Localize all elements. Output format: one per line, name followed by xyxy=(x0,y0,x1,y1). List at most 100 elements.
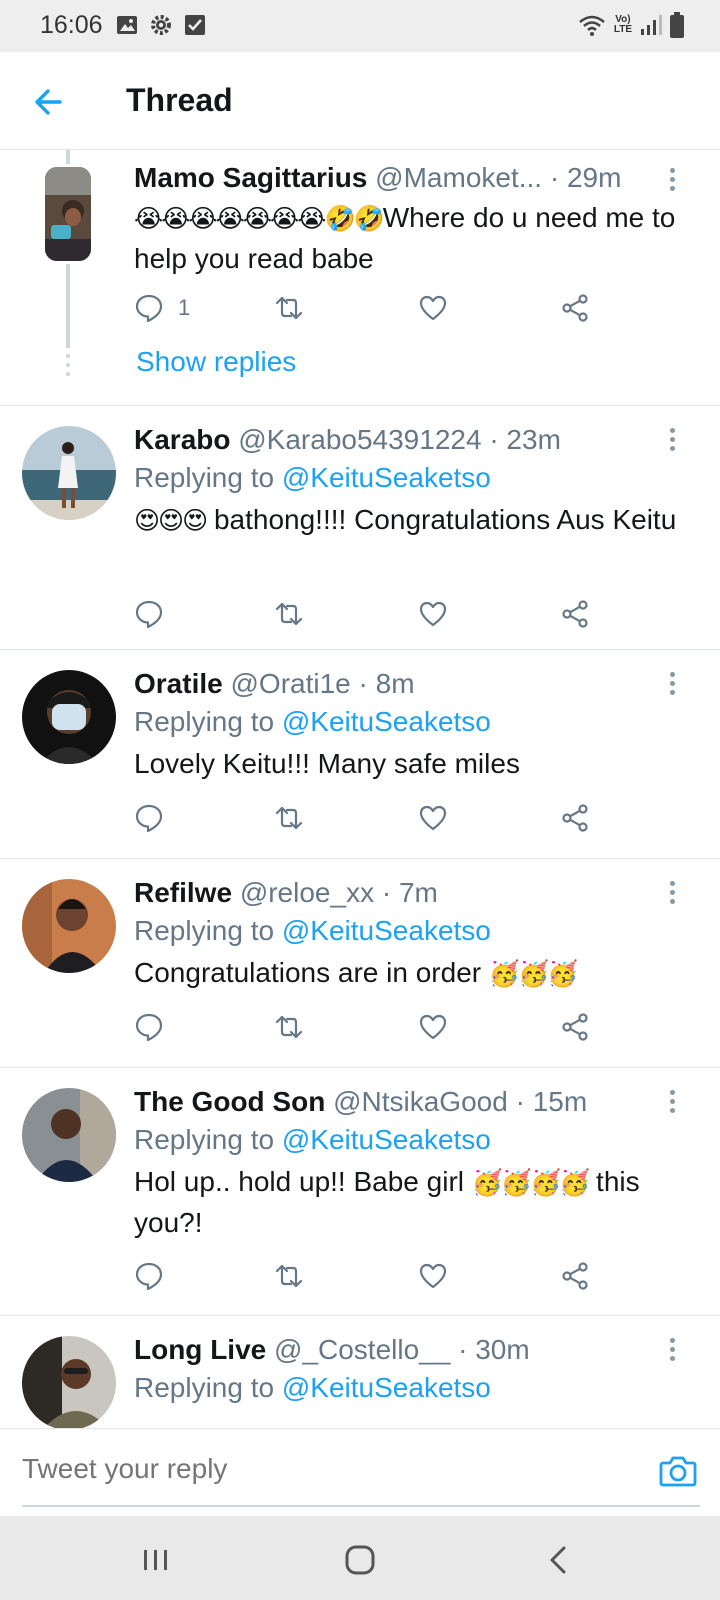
reply-button[interactable] xyxy=(134,798,164,838)
user-name[interactable]: Long Live xyxy=(134,1334,266,1365)
tweet-text: Lovely Keitu!!! Many safe miles xyxy=(134,748,520,779)
system-nav-bar xyxy=(0,1516,720,1600)
tweet-content: Mamo Sagittarius @Mamoket... · 29m 😭😭😭😭😭… xyxy=(134,160,690,279)
like-button[interactable] xyxy=(418,288,448,328)
user-handle[interactable]: @_Costello__ xyxy=(274,1334,450,1365)
tweet-actions: 1 xyxy=(134,288,614,328)
retweet-icon xyxy=(275,296,303,320)
replying-to: Replying to @KeituSeaketso xyxy=(134,1368,690,1408)
tweet-item[interactable]: Long Live @_Costello__ · 30m Replying to… xyxy=(0,1316,720,1428)
user-name[interactable]: Refilwe xyxy=(134,877,232,908)
share-button[interactable] xyxy=(560,594,590,634)
check-box-icon xyxy=(185,15,205,35)
retweet-button[interactable] xyxy=(274,1256,304,1296)
tweet-item[interactable]: Refilwe @reloe_xx · 7m Replying to @Keit… xyxy=(0,859,720,1068)
battery-icon xyxy=(670,12,684,38)
tweet-header: Long Live @_Costello__ · 30m xyxy=(134,1332,690,1368)
tweet-time: · 29m xyxy=(549,162,622,193)
like-button[interactable] xyxy=(418,1256,448,1296)
avatar[interactable] xyxy=(22,879,116,973)
more-options-icon[interactable] xyxy=(666,168,678,194)
user-handle[interactable]: @reloe_xx xyxy=(240,877,374,908)
reply-composer xyxy=(0,1428,720,1516)
more-options-icon[interactable] xyxy=(666,881,678,907)
replying-handle-link[interactable]: @KeituSeaketso xyxy=(282,1124,491,1155)
replying-handle-link[interactable]: @KeituSeaketso xyxy=(282,462,491,493)
tweet-header: Oratile @Orati1e · 8m xyxy=(134,666,690,702)
user-handle[interactable]: @Karabo54391224 xyxy=(238,424,481,455)
tweet-feed[interactable]: Mamo Sagittarius @Mamoket... · 29m 😭😭😭😭😭… xyxy=(0,150,720,1428)
share-button[interactable] xyxy=(560,288,590,328)
more-options-icon[interactable] xyxy=(666,428,678,454)
tweet-content: Long Live @_Costello__ · 30m Replying to… xyxy=(134,1332,690,1408)
tweet-text-body: Congratulations are in order xyxy=(134,957,489,988)
avatar[interactable] xyxy=(22,670,116,764)
retweet-button[interactable] xyxy=(274,594,304,634)
more-options-icon[interactable] xyxy=(666,1090,678,1116)
retweet-button[interactable] xyxy=(274,798,304,838)
user-name[interactable]: The Good Son xyxy=(134,1086,325,1117)
reply-button[interactable] xyxy=(134,1256,164,1296)
back-icon[interactable] xyxy=(540,1542,580,1578)
more-options-icon[interactable] xyxy=(666,1338,678,1364)
tweet-text-body: bathong!!!! Congratulations Aus Keitu xyxy=(206,504,677,535)
tweet-actions xyxy=(134,1007,614,1047)
user-handle[interactable]: @NtsikaGood xyxy=(333,1086,508,1117)
avatar[interactable] xyxy=(22,426,116,520)
camera-icon[interactable] xyxy=(658,1451,698,1491)
tweet-content: Oratile @Orati1e · 8m Replying to @Keitu… xyxy=(134,666,690,784)
retweet-button[interactable] xyxy=(274,1007,304,1047)
avatar-photo xyxy=(45,167,91,261)
arrow-left-icon[interactable] xyxy=(30,82,70,122)
tweet-item[interactable]: Karabo @Karabo54391224 · 23m Replying to… xyxy=(0,406,720,650)
status-time: 16:06 xyxy=(40,11,103,39)
replying-label: Replying to xyxy=(134,1372,275,1403)
user-name[interactable]: Oratile xyxy=(134,668,223,699)
tweet-actions xyxy=(134,798,614,838)
heart-icon xyxy=(419,805,447,831)
heart-icon xyxy=(419,295,447,321)
tweet-time: · 23m xyxy=(489,424,561,455)
heart-icon xyxy=(419,1263,447,1289)
show-replies-link[interactable]: Show replies xyxy=(136,346,296,378)
tweet-item[interactable]: Mamo Sagittarius @Mamoket... · 29m 😭😭😭😭😭… xyxy=(0,150,720,406)
tweet-text: Hol up.. hold up!! Babe girl 🥳🥳🥳🥳 this y… xyxy=(134,1162,690,1243)
reply-button[interactable] xyxy=(134,1007,164,1047)
share-button[interactable] xyxy=(560,1007,590,1047)
replying-handle-link[interactable]: @KeituSeaketso xyxy=(282,915,491,946)
tweet-item[interactable]: The Good Son @NtsikaGood · 15m Replying … xyxy=(0,1068,720,1316)
tweet-time: · 7m xyxy=(381,877,438,908)
replying-label: Replying to xyxy=(134,462,275,493)
tweet-reply-input[interactable] xyxy=(22,1453,622,1485)
reply-button[interactable] xyxy=(134,594,164,634)
reply-count: 1 xyxy=(178,295,191,320)
avatar[interactable] xyxy=(22,1336,116,1428)
avatar[interactable] xyxy=(45,167,91,261)
share-button[interactable] xyxy=(560,798,590,838)
heart-icon xyxy=(419,1014,447,1040)
avatar[interactable] xyxy=(22,1088,116,1182)
reply-button[interactable]: 1 xyxy=(134,288,190,328)
like-button[interactable] xyxy=(418,594,448,634)
like-button[interactable] xyxy=(418,798,448,838)
user-name[interactable]: Karabo xyxy=(134,424,230,455)
user-handle[interactable]: @Mamoket... xyxy=(375,162,542,193)
home-icon[interactable] xyxy=(340,1542,380,1578)
avatar-photo xyxy=(22,879,116,973)
replying-handle-link[interactable]: @KeituSeaketso xyxy=(282,706,491,737)
reply-input-underline xyxy=(22,1505,700,1507)
replying-to: Replying to @KeituSeaketso xyxy=(134,911,690,951)
like-button[interactable] xyxy=(418,1007,448,1047)
replying-to: Replying to @KeituSeaketso xyxy=(134,1120,690,1160)
tweet-text: 😭😭😭😭😭😭😭🤣🤣Where do u need me to help you … xyxy=(134,198,690,279)
tweet-item[interactable]: Oratile @Orati1e · 8m Replying to @Keitu… xyxy=(0,650,720,859)
tweet-text-body: Hol up.. hold up!! Babe girl xyxy=(134,1166,472,1197)
retweet-icon xyxy=(275,806,303,830)
more-options-icon[interactable] xyxy=(666,672,678,698)
user-handle[interactable]: @Orati1e xyxy=(230,668,350,699)
share-button[interactable] xyxy=(560,1256,590,1296)
retweet-button[interactable] xyxy=(274,288,304,328)
replying-handle-link[interactable]: @KeituSeaketso xyxy=(282,1372,491,1403)
user-name[interactable]: Mamo Sagittarius xyxy=(134,162,367,193)
recent-apps-icon[interactable] xyxy=(136,1542,176,1578)
